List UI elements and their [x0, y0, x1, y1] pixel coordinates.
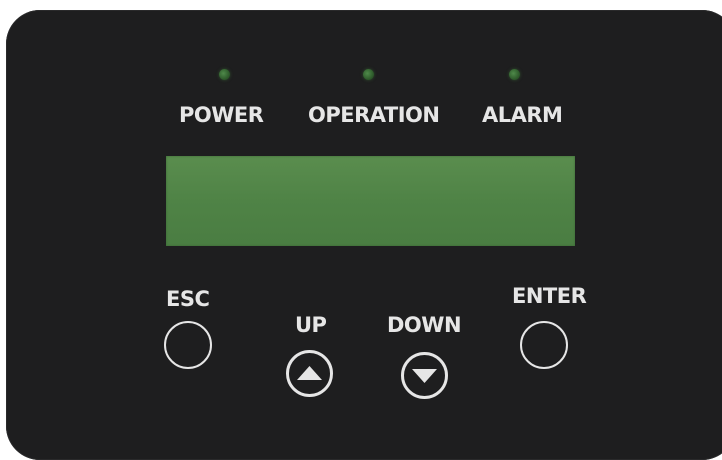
esc-label: ESC	[166, 287, 210, 311]
lcd-display	[166, 156, 575, 246]
power-label: POWER	[179, 103, 264, 127]
alarm-label: ALARM	[482, 103, 563, 127]
esc-button[interactable]	[164, 321, 212, 369]
up-label: UP	[295, 313, 327, 337]
power-led-icon	[219, 69, 230, 80]
enter-button[interactable]	[520, 321, 568, 369]
alarm-led-icon	[509, 69, 520, 80]
triangle-down-icon	[412, 369, 437, 383]
triangle-up-icon	[297, 366, 322, 380]
down-label: DOWN	[387, 313, 462, 337]
operation-led-icon	[363, 69, 374, 80]
operation-label: OPERATION	[308, 103, 440, 127]
up-button[interactable]	[286, 350, 333, 397]
control-panel: POWER OPERATION ALARM ESC UP DOWN ENTER	[6, 10, 722, 460]
enter-label: ENTER	[512, 284, 587, 308]
down-button[interactable]	[401, 352, 448, 399]
